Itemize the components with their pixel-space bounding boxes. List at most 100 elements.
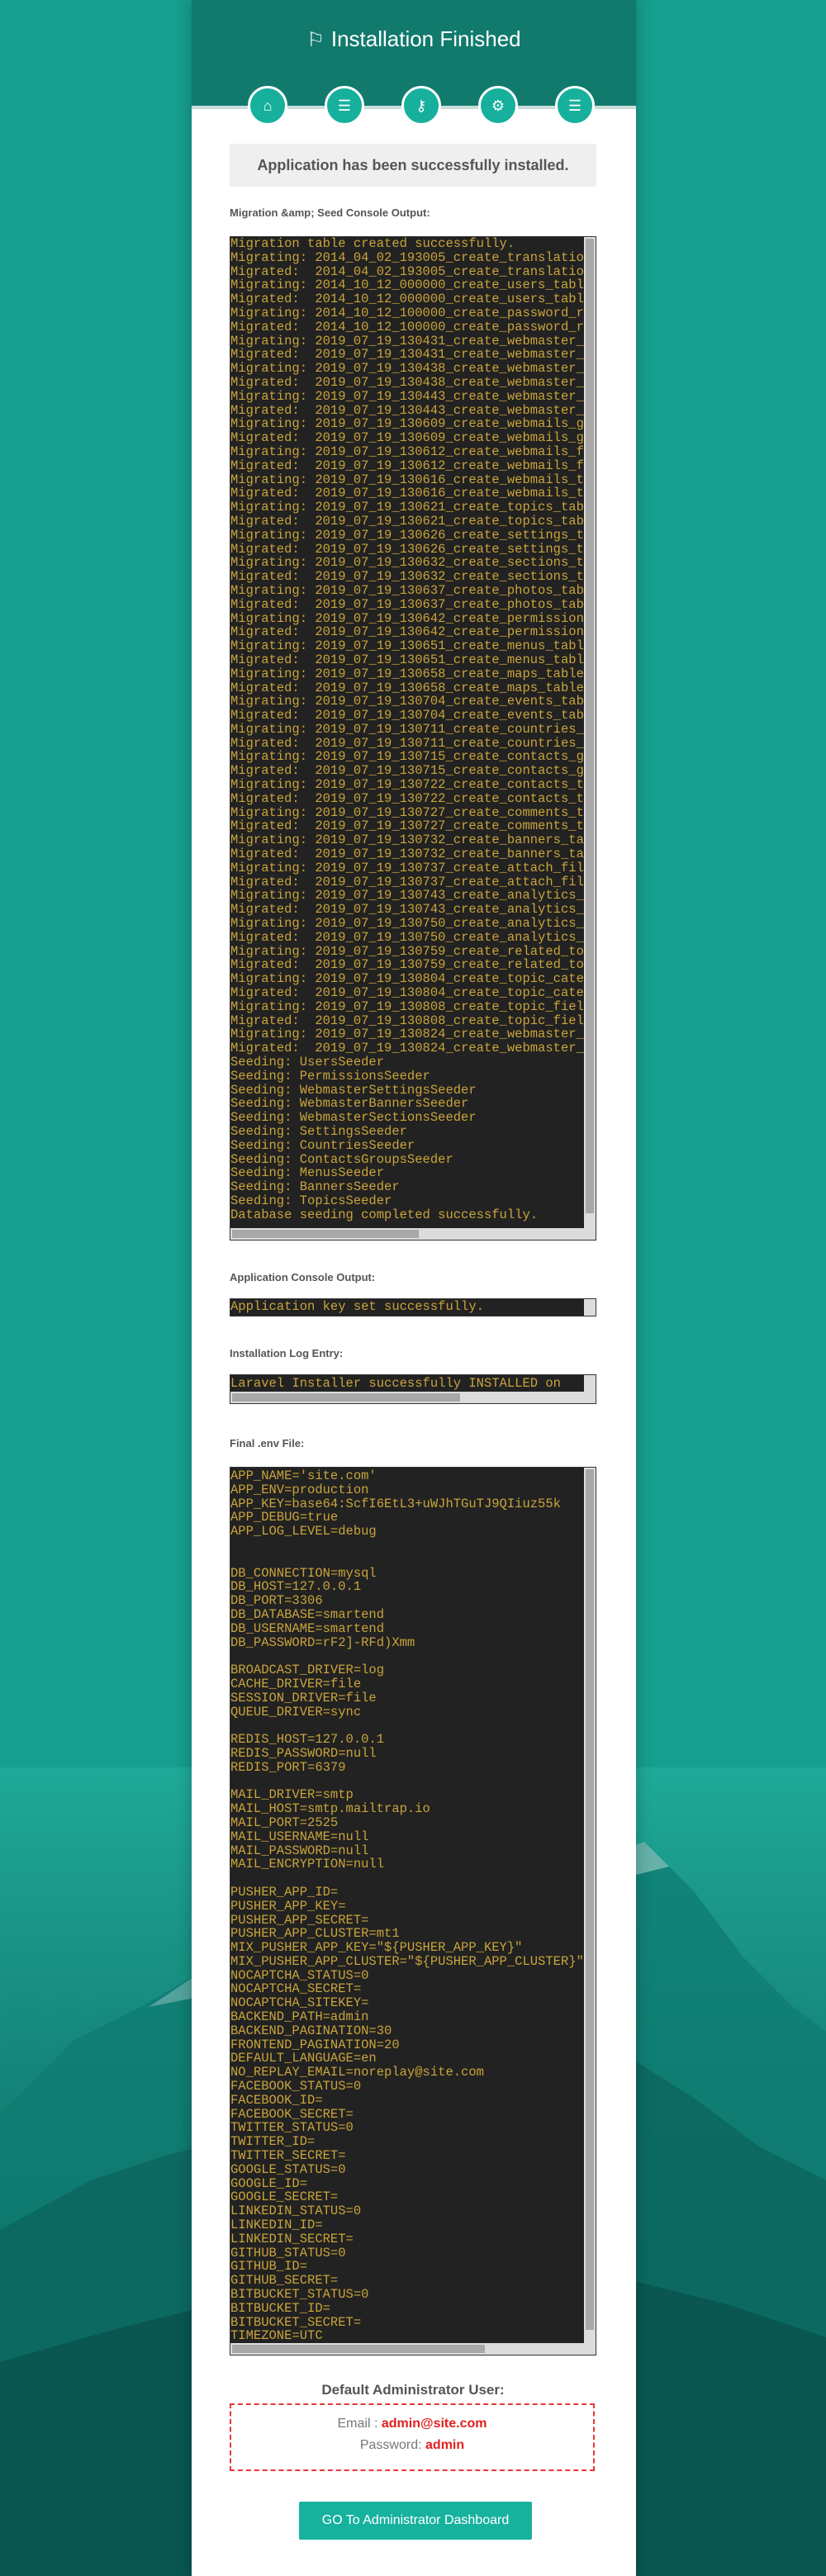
migration-vscroll[interactable] bbox=[584, 237, 596, 1226]
env-hscroll[interactable] bbox=[230, 2343, 584, 2355]
env-line: TWITTER_STATUS=0 bbox=[230, 2120, 354, 2136]
env-line: DB_DATABASE=smartend bbox=[230, 1606, 385, 1622]
env-line: MAIL_USERNAME=null bbox=[230, 1829, 369, 1844]
console-line: Migrating: 2019_07_19_130642_create_perm… bbox=[230, 610, 584, 626]
console-line: Migrated: 2019_07_19_130626_create_setti… bbox=[230, 541, 584, 557]
env-line: BITBUCKET_STATUS=0 bbox=[230, 2287, 369, 2303]
env-file-lines: APP_NAME='site.com' APP_ENV=production APP… bbox=[230, 1469, 584, 2341]
migration-console[interactable]: Migration table created successfully. Mig… bbox=[230, 236, 596, 1241]
admin-email-row: Email : admin@site.com bbox=[337, 2417, 487, 2431]
console-line: Migration table created successfully. bbox=[230, 237, 515, 251]
env-line: SESSION_DRIVER=file bbox=[230, 1690, 377, 1705]
console-line: Migrated: 2019_07_19_130632_create_secti… bbox=[230, 569, 584, 585]
console-line: Migrated: 2019_07_19_130621_create_topic… bbox=[230, 513, 584, 529]
console-line: Migrating: 2019_07_19_130626_create_sett… bbox=[230, 527, 584, 543]
console-line: Migrated: 2014_10_12_100000_create_passw… bbox=[230, 319, 584, 334]
console-line: Migrated: 2019_07_19_130759_create_relat… bbox=[230, 957, 584, 973]
admin-password-row: Password: admin bbox=[359, 2438, 465, 2452]
console-line: Migrated: 2019_07_19_130642_create_permi… bbox=[230, 624, 584, 640]
console-line: Migrating: 2019_07_19_130824_create_webm… bbox=[230, 1027, 584, 1042]
console-line: Migrating: 2019_07_19_130743_create_anal… bbox=[230, 888, 584, 904]
env-line: REDIS_PASSWORD=null bbox=[230, 1745, 377, 1761]
console-line: Migrated: 2019_07_19_130612_create_webma… bbox=[230, 458, 584, 473]
console-line: Migrated: 2019_07_19_130704_create_event… bbox=[230, 708, 584, 723]
console-line: Migrating: 2019_07_19_130727_create_comm… bbox=[230, 804, 584, 820]
env-vscroll[interactable] bbox=[584, 1468, 596, 2341]
env-line: GOOGLE_SECRET= bbox=[230, 2189, 339, 2205]
console-line: Migrated: 2019_07_19_130609_create_webma… bbox=[230, 430, 584, 446]
env-line: TIMEZONE=UTC bbox=[230, 2328, 323, 2341]
console-line: Migrating: 2014_10_12_100000_create_pass… bbox=[230, 305, 584, 320]
console-line: Migrated: 2019_07_19_130808_create_topic… bbox=[230, 1013, 584, 1028]
env-line: FRONTEND_PAGINATION=20 bbox=[230, 2037, 400, 2052]
env-line: REDIS_HOST=127.0.0.1 bbox=[230, 1732, 385, 1748]
console-line: Migrating: 2019_07_19_130704_create_even… bbox=[230, 694, 584, 709]
console-line: Migrating: 2014_10_12_000000_create_user… bbox=[230, 278, 584, 293]
console-line: Seeding: UsersSeeder bbox=[230, 1055, 385, 1070]
app-console-vscroll[interactable] bbox=[584, 1299, 596, 1316]
console-line: Migrated: 2019_07_19_130732_create_banne… bbox=[230, 847, 584, 862]
console-line: Migrating: 2019_07_19_130612_create_webm… bbox=[230, 444, 584, 459]
console-line: Migrated: 2014_04_02_193005_create_trans… bbox=[230, 263, 584, 279]
success-message: Application has been successfully instal… bbox=[230, 144, 596, 187]
install-log-console[interactable]: Laravel Installer successfully INSTALLED… bbox=[230, 1374, 596, 1404]
console-line: Seeding: BannersSeeder bbox=[230, 1179, 400, 1195]
console-line: Migrating: 2019_07_19_130711_create_coun… bbox=[230, 721, 584, 737]
env-line: PUSHER_APP_CLUSTER=mt1 bbox=[230, 1926, 400, 1942]
install-log-vscroll[interactable] bbox=[584, 1375, 596, 1390]
env-line: MAIL_PASSWORD=null bbox=[230, 1843, 369, 1858]
env-line: MAIL_ENCRYPTION=null bbox=[230, 1857, 385, 1872]
step-home-icon[interactable]: ⌂ bbox=[248, 86, 287, 126]
console-line: Migrated: 2019_07_19_130443_create_webma… bbox=[230, 402, 584, 418]
env-line: NOCAPTCHA_SITEKEY= bbox=[230, 1995, 369, 2011]
env-line: PUSHER_APP_SECRET= bbox=[230, 1912, 369, 1928]
page-title: ⚐ Installation Finished bbox=[306, 26, 521, 51]
env-line: LINKEDIN_STATUS=0 bbox=[230, 2204, 362, 2219]
install-log-line: Laravel Installer successfully INSTALLED… bbox=[230, 1377, 561, 1390]
env-line: DEFAULT_LANGUAGE=en bbox=[230, 2051, 377, 2066]
console-line: Seeding: WebmasterSettingsSeeder bbox=[230, 1082, 477, 1098]
env-line: GITHUB_ID= bbox=[230, 2259, 308, 2275]
console-line: Migrating: 2019_07_19_130621_create_topi… bbox=[230, 500, 584, 515]
install-log-hscroll[interactable] bbox=[230, 1392, 584, 1403]
env-line: BACKEND_PAGINATION=30 bbox=[230, 2023, 392, 2038]
console-line: Migrating: 2014_04_02_193005_create_tran… bbox=[230, 249, 584, 265]
env-file-label: Final .env File: bbox=[230, 1437, 305, 1449]
env-line bbox=[230, 1649, 584, 1663]
console-line: Migrated: 2019_07_19_130737_create_attac… bbox=[230, 874, 584, 890]
env-line: PUSHER_APP_ID= bbox=[230, 1884, 339, 1900]
env-line: DB_PASSWORD=rF2]-RFd)Xmm bbox=[230, 1634, 415, 1650]
env-line: BACKEND_PATH=admin bbox=[230, 2009, 369, 2025]
env-line: GITHUB_STATUS=0 bbox=[230, 2245, 346, 2261]
app-console[interactable]: Application key set successfully. bbox=[230, 1298, 596, 1316]
step-permissions-icon[interactable]: ⚷ bbox=[401, 86, 441, 126]
installer-card: ⚐ Installation Finished ⌂ ☰ ⚷ ⚙ ☰ Applica… bbox=[192, 0, 636, 2576]
env-line: BITBUCKET_ID= bbox=[230, 2300, 330, 2316]
env-line: GOOGLE_STATUS=0 bbox=[230, 2161, 346, 2177]
card-header: ⚐ Installation Finished ⌂ ☰ ⚷ ⚙ ☰ bbox=[192, 0, 636, 126]
console-line: Migrated: 2019_07_19_130651_create_menus… bbox=[230, 652, 584, 667]
console-line: Migrating: 2019_07_19_130651_create_menu… bbox=[230, 638, 584, 654]
go-to-dashboard-button[interactable]: GO To Administrator Dashboard bbox=[299, 2502, 532, 2540]
console-line: Seeding: SettingsSeeder bbox=[230, 1124, 407, 1139]
console-line: Migrated: 2014_10_12_000000_create_users… bbox=[230, 292, 584, 307]
step-environment-icon[interactable]: ⚙ bbox=[478, 86, 518, 126]
migration-console-lines: Migration table created successfully. Mig… bbox=[230, 237, 584, 1226]
console-line: Database seeding completed successfully. bbox=[230, 1207, 539, 1222]
env-file-console[interactable]: APP_NAME='site.com' APP_ENV=production APP… bbox=[230, 1467, 596, 2355]
env-line: NOCAPTCHA_SECRET= bbox=[230, 1981, 362, 1997]
env-line: DB_PORT=3306 bbox=[230, 1593, 323, 1609]
step-final-icon[interactable]: ☰ bbox=[555, 86, 595, 126]
admin-email-value: admin@site.com bbox=[381, 2417, 487, 2431]
env-line bbox=[230, 1553, 584, 1567]
env-line: PUSHER_APP_KEY= bbox=[230, 1898, 346, 1914]
console-line: Migrated: 2019_07_19_130711_create_count… bbox=[230, 735, 584, 751]
admin-credentials-box: Email : admin@site.com Password: admin bbox=[230, 2403, 595, 2471]
env-line: GOOGLE_ID= bbox=[230, 2175, 308, 2191]
console-line: Migrating: 2019_07_19_130438_create_webm… bbox=[230, 361, 584, 377]
console-line: Seeding: WebmasterSectionsSeeder bbox=[230, 1110, 477, 1126]
migration-hscroll[interactable] bbox=[230, 1228, 584, 1240]
console-line: Migrated: 2019_07_19_130804_create_topic… bbox=[230, 985, 584, 1001]
console-line: Migrated: 2019_07_19_130431_create_webma… bbox=[230, 347, 584, 363]
step-requirements-icon[interactable]: ☰ bbox=[325, 86, 364, 126]
